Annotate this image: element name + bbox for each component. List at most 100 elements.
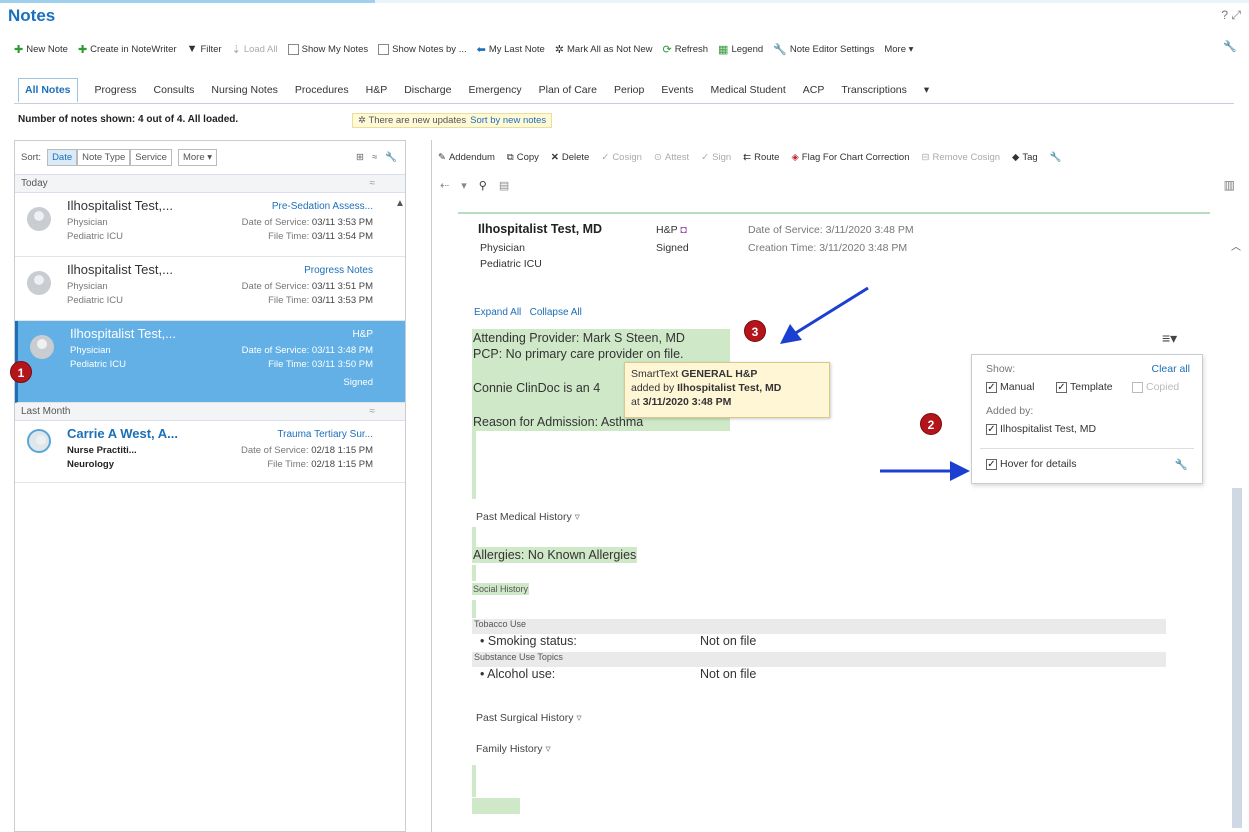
filter-button[interactable]: ▼ Filter (187, 43, 222, 55)
past-medical-history-heading[interactable]: Past Medical History ▿ (476, 511, 580, 523)
print-preview-icon[interactable]: ▤ (499, 179, 509, 192)
sort-by-date-button[interactable]: Date (47, 149, 78, 166)
added-by-label: Added by: (986, 405, 1034, 417)
back-arrow-icon[interactable]: ⇠ (440, 179, 449, 192)
tab-h-and-p[interactable]: H&P (366, 84, 388, 96)
copy-button[interactable]: ⧉ Copy (507, 152, 539, 163)
route-button[interactable]: ⇇ Route (743, 152, 779, 163)
load-all-button[interactable]: ⇣ Load All (232, 43, 278, 56)
filter-wrench-icon[interactable]: 🔧 (1175, 458, 1188, 471)
collapse-all-icon[interactable]: ≈ (372, 152, 377, 163)
clear-all-link[interactable]: Clear all (1151, 363, 1190, 375)
tab-medical-student[interactable]: Medical Student (710, 84, 785, 96)
delete-button[interactable]: ✕ Delete (551, 152, 589, 163)
pencil-icon: ✎ (438, 151, 446, 163)
collapse-chevron-icon[interactable]: ≈ (370, 406, 376, 417)
tabs-overflow-chevron[interactable]: ▾ (924, 84, 929, 96)
notes-list-scrollbar[interactable]: ▲ (393, 176, 405, 832)
callout-badge-2: 2 (920, 413, 942, 435)
template-checkbox[interactable]: ✓ Template (1056, 381, 1113, 393)
smoking-status-value: Not on file (700, 634, 757, 648)
note-list-item[interactable]: Ilhospitalist Test,... Pre-Sedation Asse… (15, 193, 405, 257)
tab-events[interactable]: Events (661, 84, 693, 96)
tab-plan-of-care[interactable]: Plan of Care (539, 84, 597, 96)
patient-intro-line: Connie ClinDoc is an 4 (473, 381, 601, 395)
note-nav-toolbar: ⇠ ▾ ⚲ ▤ (432, 174, 1249, 196)
copy-icon: ⧉ (506, 151, 514, 163)
flag-chart-correction-button[interactable]: ◈ Flag For Chart Correction (791, 152, 909, 163)
show-notes-by-checkbox[interactable]: Show Notes by ... (378, 43, 467, 55)
addendum-button[interactable]: ✎ Addendum (438, 152, 495, 163)
list-wrench-icon[interactable]: 🔧 (385, 152, 397, 163)
create-in-notewriter-button[interactable]: ✚ Create in NoteWriter (78, 43, 177, 56)
tab-all-notes[interactable]: All Notes (18, 78, 78, 103)
smarttext-hover-tooltip: SmartText GENERAL H&P added by Ilhospita… (624, 362, 830, 418)
hover-for-details-checkbox[interactable]: ✓ Hover for details (986, 458, 1076, 470)
manual-checkbox[interactable]: ✓ Manual (986, 381, 1034, 393)
show-my-notes-checkbox[interactable]: Show My Notes (287, 43, 368, 55)
copied-checkbox[interactable]: Copied (1132, 381, 1179, 393)
viewer-options-icon[interactable]: ▥ (1224, 178, 1235, 192)
tab-nursing-notes[interactable]: Nursing Notes (211, 84, 278, 96)
sign-button[interactable]: ✓ Sign (701, 152, 731, 163)
note-author: Ilhospitalist Test,... (67, 262, 173, 277)
scroll-up-icon[interactable]: ︿ (1231, 238, 1241, 253)
tab-procedures[interactable]: Procedures (295, 84, 349, 96)
cosign-button[interactable]: ✓ Cosign (601, 152, 642, 163)
new-note-button[interactable]: ✚ New Note (14, 43, 68, 56)
section-chevron-icon: ▿ (574, 511, 580, 523)
tab-discharge[interactable]: Discharge (404, 84, 451, 96)
tag-button[interactable]: ◆ Tag (1012, 152, 1038, 163)
scrollbar-thumb[interactable] (1232, 488, 1242, 828)
more-menu-button[interactable]: More ▾ (884, 44, 913, 55)
attending-provider-line: Attending Provider: Mark S Steen, MD (473, 331, 685, 345)
highlight-block (472, 798, 520, 814)
note-list-item[interactable]: Ilhospitalist Test,... Progress Notes Ph… (15, 257, 405, 321)
my-last-note-button[interactable]: ⬅ My Last Note (477, 43, 545, 56)
mark-all-not-new-button[interactable]: ✲ Mark All as Not New (555, 43, 653, 56)
note-editor-settings-button[interactable]: 🔧 Note Editor Settings (773, 43, 874, 56)
note-author-role: Physician (480, 242, 525, 254)
group-header-today[interactable]: Today ≈ (15, 175, 405, 193)
help-icon[interactable]: ? (1221, 8, 1228, 22)
expand-window-icon[interactable]: ⤢ (1231, 8, 1241, 22)
section-chevron-icon: ▿ (576, 712, 582, 724)
sort-by-note-type-button[interactable]: Note Type (77, 149, 131, 166)
tab-acp[interactable]: ACP (803, 84, 825, 96)
load-all-icon: ⇣ (231, 43, 241, 56)
scroll-up-icon[interactable]: ▲ (395, 198, 405, 209)
legend-button[interactable]: ▦ Legend (718, 43, 763, 56)
file-time: File Time: 02/18 1:15 PM (267, 459, 373, 470)
collapse-chevron-icon[interactable]: ≈ (370, 178, 376, 189)
expand-all-link[interactable]: Expand All (474, 307, 521, 318)
checked-icon: ✓ (1056, 381, 1067, 393)
past-surgical-history-heading[interactable]: Past Surgical History ▿ (476, 712, 582, 724)
list-settings-icon[interactable]: ⊞ (356, 152, 364, 163)
note-list-item-selected[interactable]: Ilhospitalist Test,... H&P Physician Ped… (15, 321, 405, 403)
tab-emergency[interactable]: Emergency (469, 84, 522, 96)
tab-progress[interactable]: Progress (95, 84, 137, 96)
tab-consults[interactable]: Consults (154, 84, 195, 96)
search-icon[interactable]: ⚲ (479, 179, 487, 192)
group-header-last-month[interactable]: Last Month ≈ (15, 403, 405, 421)
nav-dropdown-icon[interactable]: ▾ (461, 179, 467, 192)
avatar (30, 335, 54, 359)
refresh-button[interactable]: ⟳ Refresh (663, 43, 708, 56)
sort-by-service-button[interactable]: Service (130, 149, 172, 166)
sort-more-menu[interactable]: More ▾ (177, 149, 218, 166)
tab-transcriptions[interactable]: Transcriptions (841, 84, 907, 96)
note-list-item[interactable]: Carrie A West, A... Trauma Tertiary Sur.… (15, 421, 405, 483)
toolbar-wrench-icon[interactable]: 🔧 (1223, 40, 1237, 53)
collapse-all-link[interactable]: Collapse All (530, 307, 582, 318)
sort-by-new-notes-link[interactable]: Sort by new notes (470, 115, 546, 126)
attest-button[interactable]: ⊙ Attest (654, 152, 689, 163)
note-viewer-scrollbar[interactable]: ︿ (1230, 238, 1244, 832)
tab-periop[interactable]: Periop (614, 84, 644, 96)
expand-collapse-links: Expand All Collapse All (474, 307, 582, 318)
highlight-filter-menu-icon[interactable]: ≡▾ (1162, 330, 1177, 347)
viewer-wrench-icon[interactable]: 🔧 (1050, 152, 1062, 163)
remove-cosign-button[interactable]: ⊟ Remove Cosign (921, 152, 1000, 163)
substance-use-header: Substance Use Topics (472, 652, 1166, 667)
author-filter-checkbox[interactable]: ✓ Ilhospitalist Test, MD (986, 423, 1096, 435)
family-history-heading[interactable]: Family History ▿ (476, 743, 551, 755)
